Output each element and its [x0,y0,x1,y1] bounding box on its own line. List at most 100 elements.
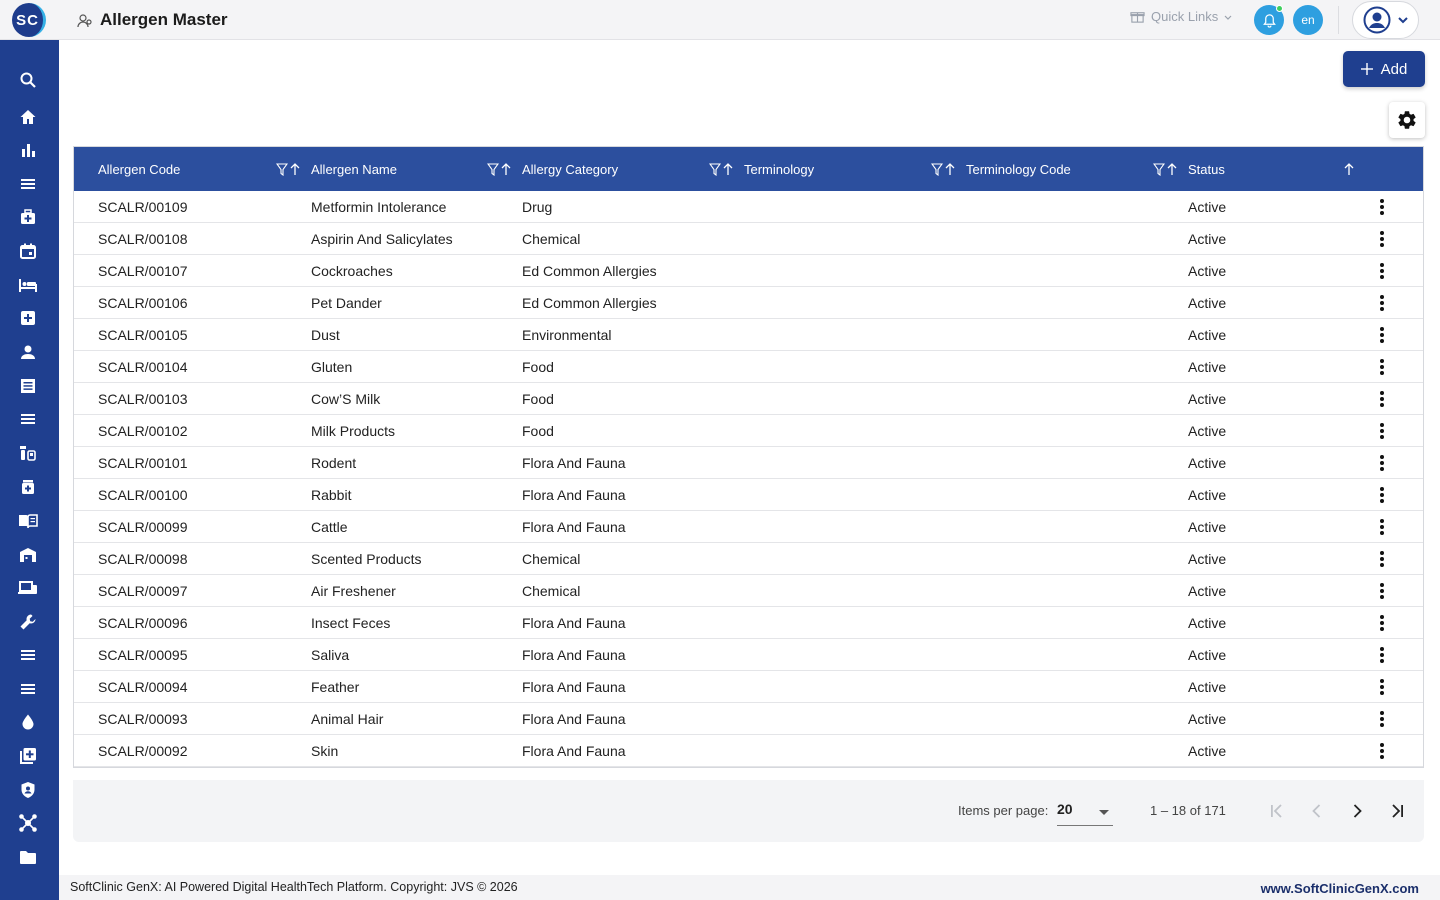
filter-icon[interactable] [1153,163,1165,176]
search-icon[interactable] [17,69,39,91]
molecule-icon[interactable] [17,812,39,834]
items-per-page-value: 20 [1057,801,1073,817]
table-row[interactable]: SCALR/00100 Rabbit Flora And Fauna Active [74,479,1423,511]
row-actions-button[interactable] [1372,485,1392,505]
items-per-page-select[interactable]: 20 [1057,798,1113,826]
previous-page-button[interactable] [1305,799,1329,823]
table-row[interactable]: SCALR/00108 Aspirin And Salicylates Chemic… [74,223,1423,255]
table-row[interactable]: SCALR/00104 Gluten Food Active [74,351,1423,383]
table-settings-button[interactable] [1389,102,1425,138]
row-actions-button[interactable] [1372,517,1392,537]
sort-arrow-up-icon[interactable] [501,163,511,176]
table-row[interactable]: SCALR/00097 Air Freshener Chemical Active [74,575,1423,607]
row-actions-button[interactable] [1372,613,1392,633]
sort-arrow-up-icon[interactable] [290,163,300,176]
user-menu-button[interactable] [1352,1,1419,39]
shield-icon[interactable] [17,779,39,801]
footer-website-link[interactable]: www.SoftClinicGenX.com [1261,881,1419,896]
row-actions-button[interactable] [1372,325,1392,345]
row-actions-button[interactable] [1372,293,1392,313]
column-header-allergen-name[interactable]: Allergen Name [311,162,397,177]
sort-arrow-up-icon[interactable] [723,163,733,176]
bell-icon [1262,13,1276,28]
lines-icon[interactable] [17,644,39,666]
table-row[interactable]: SCALR/00099 Cattle Flora And Fauna Active [74,511,1423,543]
add-button[interactable]: Add [1343,51,1425,87]
calendar-icon[interactable] [17,240,39,262]
table-row[interactable]: SCALR/00096 Insect Feces Flora And Fauna Ac… [74,607,1423,639]
sort-arrow-up-icon[interactable] [1344,163,1354,176]
language-button[interactable]: en [1293,5,1323,35]
app-logo[interactable]: SC [12,3,46,37]
devices-icon[interactable] [17,577,39,599]
row-actions-button[interactable] [1372,453,1392,473]
more-vertical-icon [1380,295,1384,311]
book-icon[interactable] [17,510,39,532]
list-icon[interactable] [17,408,39,430]
row-actions-button[interactable] [1372,741,1392,761]
allergen-table: Allergen Code Allergen Name Allergy Cate… [73,146,1424,768]
hospital-plus-icon[interactable] [17,307,39,329]
next-page-button[interactable] [1345,799,1369,823]
table-row[interactable]: SCALR/00105 Dust Environmental Active [74,319,1423,351]
cell-name: Scented Products [311,551,422,567]
last-page-button[interactable] [1385,799,1409,823]
filter-icon[interactable] [931,163,943,176]
person-icon[interactable] [17,341,39,363]
table-row[interactable]: SCALR/00094 Feather Flora And Fauna Active [74,671,1423,703]
table-row[interactable]: SCALR/00092 Skin Flora And Fauna Active [74,735,1423,767]
column-header-status[interactable]: Status [1188,162,1225,177]
bar-chart-icon[interactable] [17,139,39,161]
quick-links-dropdown[interactable]: Quick Links [1130,9,1232,24]
cell-category: Flora And Fauna [522,519,626,535]
sort-arrow-up-icon[interactable] [945,163,955,176]
table-row[interactable]: SCALR/00107 Cockroaches Ed Common Allergie… [74,255,1423,287]
column-header-terminology-code[interactable]: Terminology Code [966,162,1071,177]
table-row[interactable]: SCALR/00093 Animal Hair Flora And Fauna Act… [74,703,1423,735]
table-row[interactable]: SCALR/00101 Rodent Flora And Fauna Active [74,447,1423,479]
folder-icon[interactable] [17,846,39,868]
table-row[interactable]: SCALR/00098 Scented Products Chemical Activ… [74,543,1423,575]
cell-code: SCALR/00104 [98,359,188,375]
row-actions-button[interactable] [1372,357,1392,377]
row-actions-button[interactable] [1372,421,1392,441]
filter-icon[interactable] [709,163,721,176]
menu-icon[interactable] [17,173,39,195]
table-row[interactable]: SCALR/00103 Cow’S Milk Food Active [74,383,1423,415]
home-icon[interactable] [17,106,39,128]
filter-icon[interactable] [276,163,288,176]
cell-name: Cow’S Milk [311,391,381,407]
row-actions-button[interactable] [1372,197,1392,217]
sort-arrow-up-icon[interactable] [1167,163,1177,176]
column-header-terminology[interactable]: Terminology [744,162,814,177]
library-add-icon[interactable] [17,745,39,767]
row-actions-button[interactable] [1372,229,1392,249]
row-actions-button[interactable] [1372,709,1392,729]
row-actions-button[interactable] [1372,389,1392,409]
lines-alt-icon[interactable] [17,678,39,700]
row-actions-button[interactable] [1372,581,1392,601]
filter-icon[interactable] [487,163,499,176]
table-row[interactable]: SCALR/00102 Milk Products Food Active [74,415,1423,447]
table-row[interactable]: SCALR/00106 Pet Dander Ed Common Allergies… [74,287,1423,319]
row-actions-button[interactable] [1372,261,1392,281]
row-actions-button[interactable] [1372,549,1392,569]
row-actions-button[interactable] [1372,645,1392,665]
cell-status: Active [1188,615,1227,631]
column-header-allergy-category[interactable]: Allergy Category [522,162,618,177]
cell-name: Insect Feces [311,615,391,631]
notifications-button[interactable] [1254,5,1284,35]
medicine-bottle-icon[interactable] [17,476,39,498]
column-header-allergen-code[interactable]: Allergen Code [98,162,180,177]
medical-bag-icon[interactable] [17,206,39,228]
receipt-icon[interactable] [17,375,39,397]
table-row[interactable]: SCALR/00095 Saliva Flora And Fauna Active [74,639,1423,671]
water-drop-icon[interactable] [17,711,39,733]
row-actions-button[interactable] [1372,677,1392,697]
table-row[interactable]: SCALR/00109 Metformin Intolerance Drug Acti… [74,191,1423,223]
medication-icon[interactable] [17,442,39,464]
first-page-button[interactable] [1265,799,1289,823]
wrench-icon[interactable] [17,611,39,633]
bed-icon[interactable] [17,274,39,296]
warehouse-icon[interactable] [17,544,39,566]
